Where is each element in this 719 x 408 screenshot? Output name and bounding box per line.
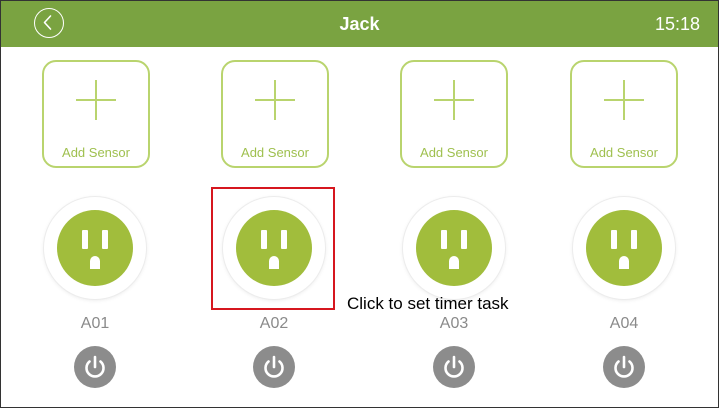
outlet-name-a01: A01 [80, 315, 110, 332]
outlet-name-a03: A03 [439, 315, 469, 332]
power-button-a04[interactable] [603, 346, 645, 388]
power-icon [85, 355, 105, 378]
annotation-text: Click to set timer task [347, 294, 509, 313]
outlet-a04[interactable] [573, 197, 675, 299]
add-sensor-label: Add Sensor [420, 145, 488, 160]
power-button-a02[interactable] [253, 346, 295, 388]
plus-icon [434, 80, 474, 120]
add-sensor-button-3[interactable]: Add Sensor [400, 60, 508, 168]
page-title: Jack [339, 14, 380, 34]
outlet-a03[interactable] [403, 197, 505, 299]
outlet-icon [236, 210, 312, 286]
outlet-name-a04: A04 [609, 315, 639, 332]
outlet-icon [57, 210, 133, 286]
app-frame: Jack 15:18 Add Sensor Add Sensor Add Sen… [0, 0, 719, 408]
plus-icon [604, 80, 644, 120]
outlet-a02[interactable] [223, 197, 325, 299]
plus-icon [255, 80, 295, 120]
add-sensor-label: Add Sensor [590, 145, 658, 160]
add-sensor-button-4[interactable]: Add Sensor [570, 60, 678, 168]
add-sensor-button-1[interactable]: Add Sensor [42, 60, 150, 168]
outlet-a01[interactable] [44, 197, 146, 299]
outlet-icon [586, 210, 662, 286]
outlet-icon [416, 210, 492, 286]
power-button-a01[interactable] [74, 346, 116, 388]
outlet-name-a02: A02 [259, 315, 289, 332]
add-sensor-label: Add Sensor [62, 145, 130, 160]
power-button-a03[interactable] [433, 346, 475, 388]
power-icon [614, 355, 634, 378]
add-sensor-label: Add Sensor [241, 145, 309, 160]
header-bar: Jack 15:18 [1, 1, 718, 47]
power-icon [264, 355, 284, 378]
clock-time: 15:18 [654, 14, 700, 34]
power-icon [444, 355, 464, 378]
plus-icon [76, 80, 116, 120]
add-sensor-button-2[interactable]: Add Sensor [221, 60, 329, 168]
